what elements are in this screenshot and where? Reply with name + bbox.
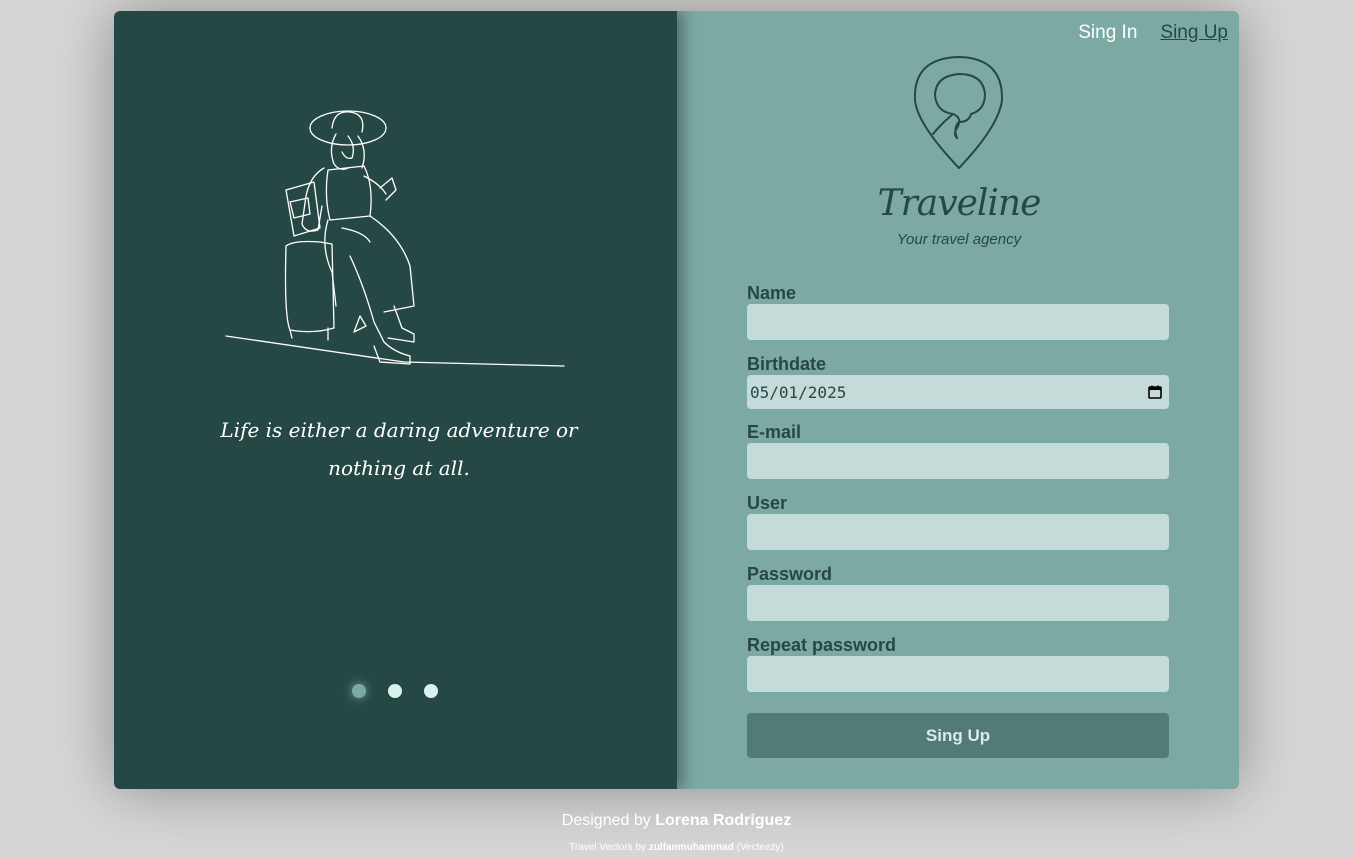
- user-label: User: [747, 493, 788, 513]
- email-input[interactable]: [747, 443, 1169, 479]
- nav-sign-up-link[interactable]: Sing Up: [1160, 22, 1228, 44]
- password-input[interactable]: [747, 585, 1169, 621]
- credit-prefix: Travel Vectors by: [569, 842, 647, 853]
- brand-tagline: Your travel agency: [896, 231, 1022, 248]
- password-label: Password: [747, 564, 833, 584]
- calendar-icon[interactable]: [1148, 385, 1162, 399]
- user-input[interactable]: [747, 514, 1169, 550]
- designer-credit: Designed by Lorena Rodríguez: [0, 812, 1353, 834]
- page-footer: Designed by Lorena Rodríguez Travel Vect…: [0, 812, 1353, 853]
- signup-form: Name Birthdate 05/01/2025 E-mail User Pa…: [747, 283, 1169, 692]
- credit-author-link[interactable]: zulfanmuhammad: [649, 842, 734, 853]
- repeat-password-input[interactable]: [747, 656, 1169, 692]
- signup-panel: Sing In Sing Up Traveline Your travel ag…: [677, 11, 1239, 789]
- carousel-dot-3[interactable]: [424, 684, 438, 698]
- signup-card: Life is either a daring adventure or not…: [114, 11, 1239, 789]
- vector-credit: Travel Vectors by zulfanmuhammad (Vectee…: [0, 842, 1353, 853]
- quote-text: Life is either a daring adventure or not…: [220, 418, 578, 480]
- map-pin-icon: [913, 56, 1004, 169]
- auth-nav: Sing In Sing Up: [1078, 22, 1228, 44]
- brand-name: Traveline: [877, 183, 1042, 224]
- carousel-panel: Life is either a daring adventure or not…: [114, 11, 677, 789]
- birthdate-input[interactable]: 05/01/2025: [747, 375, 1169, 409]
- carousel-dot-1[interactable]: [352, 684, 366, 698]
- name-input[interactable]: [747, 304, 1169, 340]
- carousel-dot-2[interactable]: [388, 684, 402, 698]
- traveler-illustration: [225, 110, 565, 367]
- sign-up-button[interactable]: Sing Up: [747, 713, 1169, 758]
- carousel-indicators: [352, 684, 438, 698]
- designer-name: Lorena Rodríguez: [655, 812, 792, 829]
- designed-by-text: Designed by: [561, 812, 651, 829]
- nav-sign-in-link[interactable]: Sing In: [1078, 22, 1137, 44]
- name-label: Name: [747, 283, 797, 303]
- credit-source: (Vecteezy): [736, 842, 784, 853]
- birthdate-value: 05/01/2025: [750, 382, 847, 402]
- email-label: E-mail: [747, 422, 802, 442]
- birthdate-label: Birthdate: [747, 354, 827, 374]
- repeat-password-label: Repeat password: [747, 635, 897, 655]
